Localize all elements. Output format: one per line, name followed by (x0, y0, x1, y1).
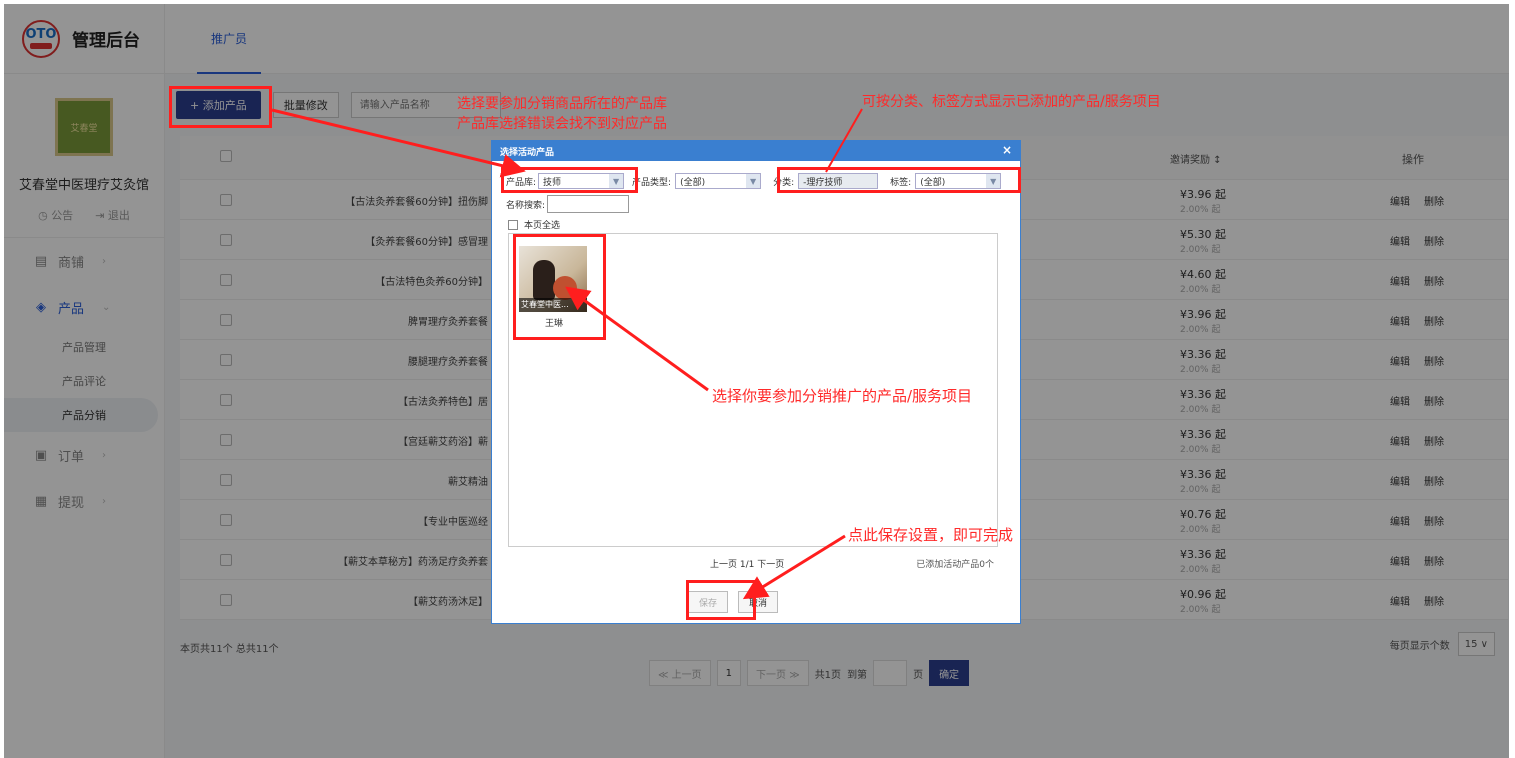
annotation-library-1: 选择要参加分销商品所在的产品库 (457, 96, 667, 112)
arrow-to-save (742, 534, 846, 600)
annotation-save: 点此保存设置，即可完成 (848, 526, 1014, 544)
arrow-to-category (825, 108, 863, 173)
annotation-arrows (271, 108, 863, 600)
annotation-product: 选择你要参加分销推广的产品/服务项目 (712, 387, 973, 405)
annotation-category: 可按分类、标签方式显示已添加的产品/服务项目 (862, 94, 1161, 110)
annotation-library-2: 产品库选择错误会找不到对应产品 (457, 116, 667, 132)
arrow-to-card (565, 286, 709, 392)
